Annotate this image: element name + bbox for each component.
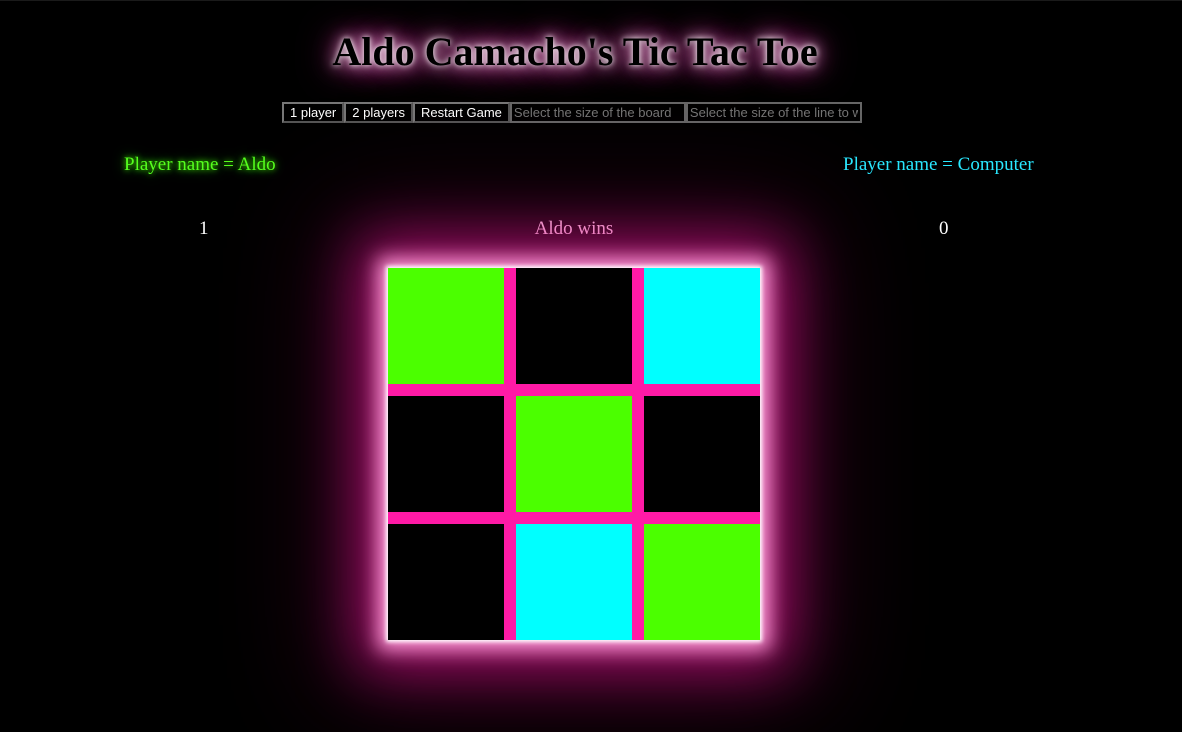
player2-score: 0 bbox=[939, 218, 949, 239]
board-cell-player1[interactable] bbox=[644, 524, 760, 640]
board-cell-player1[interactable] bbox=[516, 396, 632, 512]
win-line-size-input[interactable] bbox=[685, 102, 862, 123]
board-size-input[interactable] bbox=[509, 102, 686, 123]
board-cell-empty[interactable] bbox=[388, 524, 504, 640]
game-board bbox=[388, 268, 760, 640]
one-player-button[interactable]: 1 player bbox=[282, 102, 345, 123]
board-cell-player2[interactable] bbox=[644, 268, 760, 384]
player1-score: 1 bbox=[199, 218, 209, 239]
board-cell-empty[interactable] bbox=[644, 396, 760, 512]
restart-game-button[interactable]: Restart Game bbox=[413, 102, 510, 123]
two-players-button[interactable]: 2 players bbox=[344, 102, 413, 123]
page-title: Aldo Camacho's Tic Tac Toe bbox=[332, 29, 818, 74]
board-cell-empty[interactable] bbox=[388, 396, 504, 512]
board-cell-empty[interactable] bbox=[516, 268, 632, 384]
top-border-line bbox=[0, 0, 1182, 1]
game-status: Aldo wins bbox=[534, 218, 614, 239]
board-cell-player2[interactable] bbox=[516, 524, 632, 640]
player1-name: Player name = Aldo bbox=[124, 154, 276, 175]
player2-name: Player name = Computer bbox=[843, 154, 1034, 175]
game-controls: 1 player 2 players Restart Game bbox=[282, 102, 862, 123]
board-cell-player1[interactable] bbox=[388, 268, 504, 384]
